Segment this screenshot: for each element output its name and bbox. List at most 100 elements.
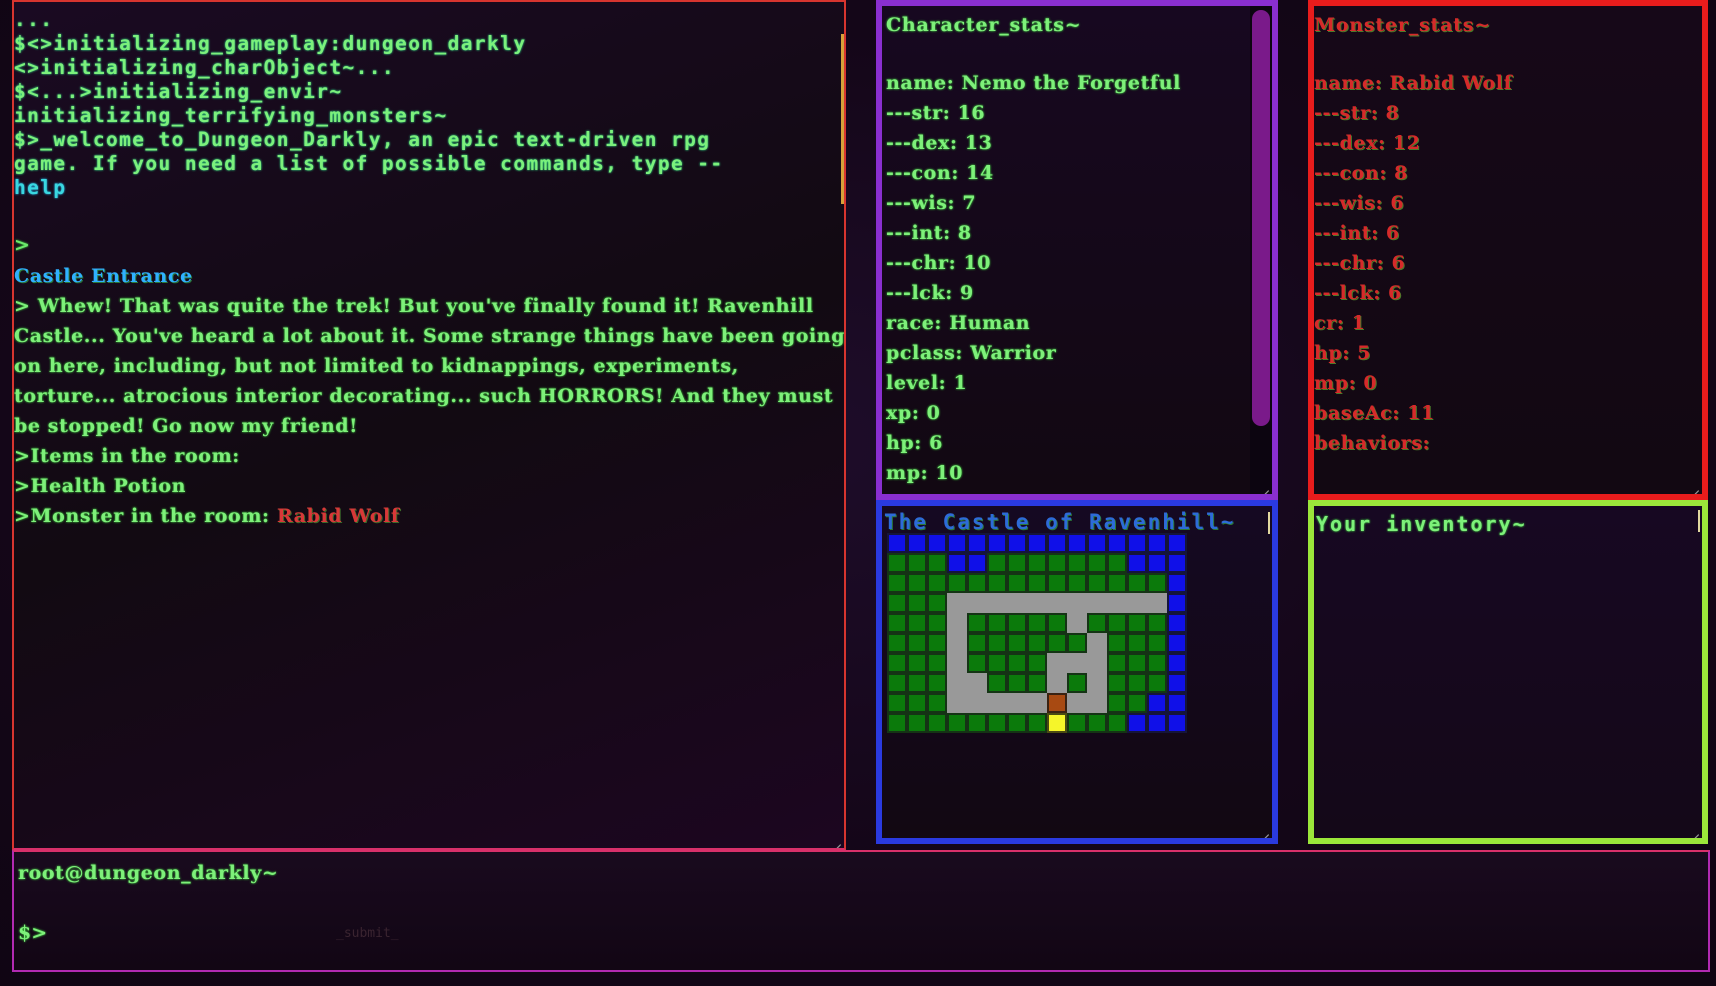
character-scrollbar[interactable] <box>1250 6 1272 494</box>
map-tile-grass <box>967 653 987 673</box>
map-tile-water <box>1167 653 1187 673</box>
stat-line: ---con: 8 <box>1314 162 1408 184</box>
map-tile-grass <box>887 553 907 573</box>
stat-line: ---chr: 6 <box>1314 252 1406 274</box>
stat-line: ---int: 8 <box>886 222 972 244</box>
map-tile-floor <box>1027 693 1047 713</box>
stat-line: baseAc: 11 <box>1314 402 1435 424</box>
map-tile-grass <box>967 613 987 633</box>
map-tile-water <box>1147 713 1167 733</box>
game-terminal[interactable]: ... $<>initializing_gameplay:dungeon_dar… <box>12 0 846 850</box>
map-tile-grass <box>1107 613 1127 633</box>
map-tile-water <box>1167 533 1187 553</box>
map-tile-water <box>1127 553 1147 573</box>
map-tile-grass <box>1127 633 1147 653</box>
map-tile-grass <box>1107 693 1127 713</box>
map-tile-floor <box>1027 593 1047 613</box>
terminal-scroll-indicator[interactable] <box>841 34 844 204</box>
stat-line: ---chr: 10 <box>886 252 992 274</box>
resize-handle[interactable] <box>1257 823 1270 836</box>
map-tile-floor <box>967 673 987 693</box>
map-panel[interactable]: The Castle of Ravenhill~ <box>876 500 1278 844</box>
map-tile-door <box>1047 693 1067 713</box>
map-tile-grass <box>887 693 907 713</box>
map-tile-grass <box>1127 653 1147 673</box>
map-tile-grass <box>907 633 927 653</box>
resize-handle[interactable] <box>1687 479 1700 492</box>
map-tile-floor <box>947 593 967 613</box>
map-tile-floor <box>1047 673 1067 693</box>
map-tile-grass <box>907 613 927 633</box>
map-tile-grass <box>1007 553 1027 573</box>
map-tile-floor <box>1127 593 1147 613</box>
map-tile-grass <box>907 573 927 593</box>
map-tile-water <box>1047 533 1067 553</box>
submit-button[interactable]: _submit_ <box>336 926 399 941</box>
resize-handle[interactable] <box>1257 479 1270 492</box>
boot-line: ... <box>14 8 54 31</box>
character-stats-panel[interactable]: Character_stats~ name: Nemo the Forgetfu… <box>876 0 1278 500</box>
boot-line: game. If you need a list of possible com… <box>14 152 724 175</box>
command-input[interactable] <box>50 920 344 948</box>
resize-handle[interactable] <box>829 833 842 846</box>
boot-line: initializing_terrifying_monsters~ <box>14 104 448 127</box>
map-tile-water <box>1167 693 1187 713</box>
map-tile-grass <box>1107 653 1127 673</box>
map-tile-player <box>1047 713 1067 733</box>
map-tile-water <box>1127 713 1147 733</box>
map-tile-floor <box>967 693 987 713</box>
map-tile-floor <box>947 633 967 653</box>
character-scrollbar-thumb[interactable] <box>1252 10 1270 426</box>
map-tile-grass <box>907 553 927 573</box>
stat-line: mp: 10 <box>886 462 964 484</box>
map-tile-water <box>1127 533 1147 553</box>
map-tile-grass <box>907 713 927 733</box>
stat-line: ---wis: 7 <box>886 192 977 214</box>
resize-handle[interactable] <box>1687 823 1700 836</box>
boot-log: ... $<>initializing_gameplay:dungeon_dar… <box>14 8 834 200</box>
map-tile-grass <box>967 573 987 593</box>
map-tile-grass <box>887 673 907 693</box>
stat-line: xp: 0 <box>886 402 941 424</box>
map-tile-grass <box>887 633 907 653</box>
map-tile-floor <box>1107 593 1127 613</box>
map-tile-grass <box>1087 613 1107 633</box>
stat-line: hp: 6 <box>886 432 943 454</box>
map-tile-floor <box>1087 693 1107 713</box>
map-tile-grass <box>907 673 927 693</box>
stat-line: ---lck: 6 <box>1314 282 1402 304</box>
inventory-panel[interactable]: Your inventory~ <box>1308 500 1708 844</box>
map-tile-water <box>1027 533 1047 553</box>
map-title: The Castle of Ravenhill~ <box>884 510 1236 534</box>
map-tile-grass <box>1087 713 1107 733</box>
location-name: Castle Entrance <box>14 265 193 287</box>
map-tile-grass <box>1007 633 1027 653</box>
map-tile-water <box>1147 533 1167 553</box>
room-item: >Health Potion <box>14 475 187 497</box>
map-tile-grass <box>967 713 987 733</box>
map-tile-water <box>1007 533 1027 553</box>
map-tile-grass <box>987 573 1007 593</box>
map-tile-floor <box>1087 633 1107 653</box>
map-tile-grass <box>927 693 947 713</box>
map-tile-grass <box>987 713 1007 733</box>
map-tile-grass <box>1107 673 1127 693</box>
map-tile-grass <box>1147 653 1167 673</box>
items-header: >Items in the room: <box>14 445 240 467</box>
monster-line: >Monster in the room: Rabid Wolf <box>14 501 844 531</box>
map-tile-grass <box>1147 573 1167 593</box>
map-tile-floor <box>1147 593 1167 613</box>
command-bar: root@dungeon_darkly~ $> _submit_ <box>12 850 1710 972</box>
map-tile-floor <box>1087 653 1107 673</box>
map-tile-grass <box>967 633 987 653</box>
monster-stats-panel[interactable]: Monster_stats~ name: Rabid Wolf ---str: … <box>1308 0 1708 500</box>
map-tile-floor <box>1007 593 1027 613</box>
character-stats-list: name: Nemo the Forgetful ---str: 16 ---d… <box>886 68 1181 488</box>
map-tile-grass <box>987 653 1007 673</box>
map-tile-water <box>927 533 947 553</box>
help-command: help <box>14 176 67 199</box>
map-tile-grass <box>1127 673 1147 693</box>
stat-line: name: Rabid Wolf <box>1314 72 1513 94</box>
map-tile-grass <box>1147 633 1167 653</box>
map-tile-grass <box>887 593 907 613</box>
